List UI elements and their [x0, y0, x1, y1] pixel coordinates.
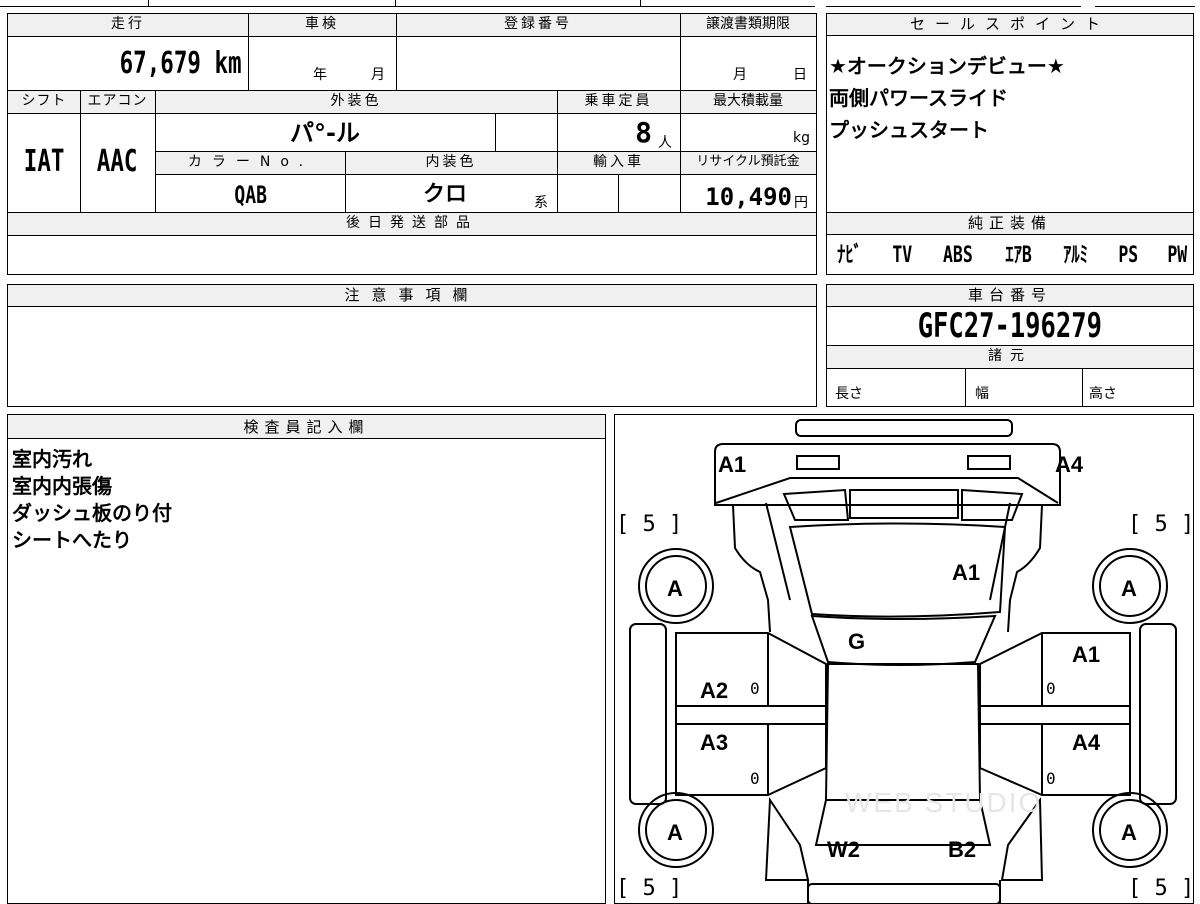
shaken-year-unit: 年: [313, 67, 327, 83]
left-sill: [675, 705, 827, 725]
label-tire-rr: A: [1121, 820, 1137, 845]
sales-point-line: ★オークションデビュー★: [829, 54, 1065, 78]
sales-point-line: 両側パワースライド: [829, 86, 1008, 110]
zero-marker: 0: [750, 769, 760, 788]
label-hood: A1: [952, 560, 980, 585]
zero-marker: 0: [750, 679, 760, 698]
tread-rl: [ 5 ]: [616, 876, 682, 901]
headlight-right: [967, 455, 1011, 470]
windshield: [810, 614, 997, 666]
roof: [824, 663, 982, 801]
label-tire-fr: A: [1121, 576, 1137, 601]
notes-box: 注意事項欄: [7, 284, 817, 407]
recycle-unit: 円: [794, 195, 808, 211]
exterior-color-label: 外装色: [155, 91, 557, 113]
capacity-label: 乗車定員: [557, 91, 680, 113]
equipment-item: ABS: [943, 243, 974, 268]
exterior-color-value: パ°-ル: [290, 119, 360, 147]
tread-fl: [ 5 ]: [616, 512, 682, 537]
label-windshield: G: [848, 629, 865, 654]
headlight-left: [796, 455, 840, 470]
car-diagram-box: WEB STUDIO A1 A4 A1 G A1 A2 A3 A4 W2 B2 …: [614, 414, 1194, 904]
right-sill: [979, 705, 1131, 725]
top-cutoff-strip: [0, 0, 1200, 8]
shift-value: IAT: [23, 144, 65, 179]
equipment-box: 純正装備 ﾅﾋﾞ TV ABS ｴｱB ｱﾙﾐ PS PW: [826, 212, 1194, 275]
aircon-value: AAC: [97, 144, 138, 179]
chassis-value: GFC27-196279: [917, 306, 1103, 346]
equipment-label: 純正装備: [827, 213, 1193, 235]
inspector-line: シートへたり: [12, 528, 132, 552]
vehicle-info-table: 走行 車検 登録番号 譲渡書類期限 67,679 km 年 月 月 日 シフト …: [7, 13, 817, 275]
length-label: 長さ: [835, 386, 863, 402]
zero-marker: 0: [1046, 769, 1056, 788]
color-no-value: QAB: [234, 181, 267, 209]
recycle-label: リサイクル預託金: [680, 152, 816, 174]
capacity-value: 8: [635, 116, 652, 149]
label-tire-rl: A: [667, 820, 683, 845]
interior-color-suffix: 系: [534, 195, 548, 211]
shift-label: シフト: [8, 91, 80, 113]
label-tire-fl: A: [667, 576, 683, 601]
aircon-label: エアコン: [80, 91, 155, 113]
equipment-item: PW: [1167, 243, 1188, 268]
label-left-front-door: A2: [700, 678, 728, 703]
color-no-label: カラーNo.: [156, 152, 345, 174]
registration-label: 登録番号: [396, 14, 680, 36]
mileage-label: 走行: [8, 14, 248, 36]
width-label: 幅: [975, 386, 989, 402]
equipment-item: ｱﾙﾐ: [1063, 243, 1089, 268]
sales-points-label: セールスポイント: [827, 14, 1193, 36]
import-label: 輸入車: [557, 152, 680, 174]
chassis-box: 車台番号 GFC27-196279 諸元 長さ 幅 高さ: [826, 284, 1194, 407]
front-bumper: [795, 419, 1013, 437]
label-right-front-door: A1: [1072, 642, 1100, 667]
interior-color-value: クロ: [422, 182, 467, 207]
specs-label: 諸元: [827, 346, 1193, 368]
label-rear-left: W2: [827, 837, 860, 862]
tread-rr: [ 5 ]: [1128, 876, 1194, 901]
equipment-list: ﾅﾋﾞ TV ABS ｴｱB ｱﾙﾐ PS PW: [833, 241, 1191, 271]
recycle-value: 10,490: [705, 183, 792, 211]
transfer-deadline-label: 譲渡書類期限: [680, 14, 816, 36]
equipment-item: PS: [1118, 243, 1139, 268]
right-side-panel: [1139, 623, 1177, 805]
capacity-unit: 人: [658, 135, 672, 151]
front-body-outline: [714, 443, 1061, 506]
transfer-day-unit: 日: [793, 67, 807, 83]
sales-point-line: プッシュスタート: [829, 118, 989, 142]
left-side-panel: [629, 623, 667, 805]
mileage-value: 67,679 km: [120, 46, 242, 81]
inspector-line: ダッシュ板のり付: [12, 501, 172, 525]
inspector-label: 検査員記入欄: [8, 415, 605, 439]
shaken-month-unit: 月: [371, 67, 385, 83]
interior-color-label: 内装色: [345, 152, 557, 174]
label-right-rear-door: A4: [1072, 730, 1101, 755]
height-label: 高さ: [1089, 386, 1117, 402]
max-load-unit: kg: [793, 130, 810, 146]
label-front-right: A4: [1055, 452, 1084, 477]
max-load-label: 最大積載量: [680, 91, 816, 113]
car-diagram: WEB STUDIO A1 A4 A1 G A1 A2 A3 A4 W2 B2 …: [616, 419, 1194, 904]
transfer-month-unit: 月: [733, 67, 747, 83]
later-parts-label: 後日発送部品: [8, 213, 816, 235]
inspector-box: 検査員記入欄 室内汚れ 室内内張傷 ダッシュ板のり付 シートへたり: [7, 414, 606, 904]
tread-fr: [ 5 ]: [1128, 512, 1194, 537]
watermark: WEB STUDIO: [845, 787, 1042, 818]
inspector-line: 室内汚れ: [12, 447, 92, 471]
label-front-left: A1: [718, 452, 746, 477]
equipment-item: TV: [892, 243, 913, 268]
rear-bumper: [807, 883, 1001, 904]
chassis-label: 車台番号: [827, 285, 1193, 307]
equipment-item: ﾅﾋﾞ: [837, 243, 862, 268]
inspector-line: 室内内張傷: [12, 474, 112, 498]
equipment-item: ｴｱB: [1005, 243, 1032, 268]
shaken-label: 車検: [248, 14, 396, 36]
label-rear-right: B2: [948, 837, 976, 862]
label-left-rear-door: A3: [700, 730, 728, 755]
sales-points-box: セールスポイント ★オークションデビュー★ 両側パワースライド プッシュスタート: [826, 13, 1194, 213]
notes-label: 注意事項欄: [8, 285, 816, 307]
zero-marker: 0: [1046, 679, 1056, 698]
